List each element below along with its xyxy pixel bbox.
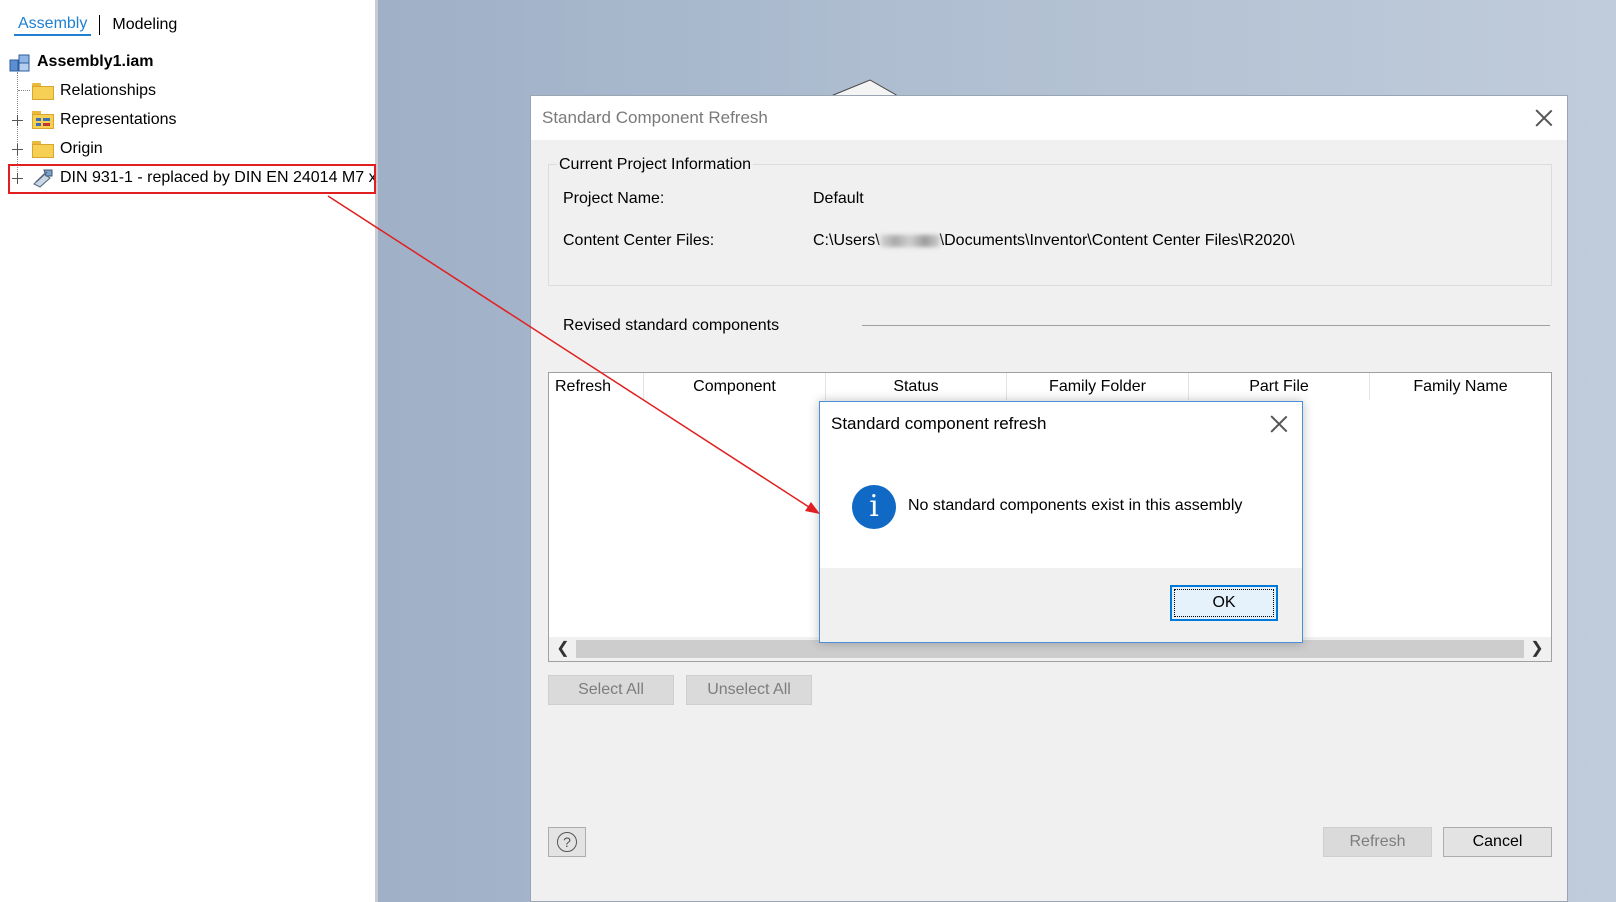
cancel-button[interactable]: Cancel [1443, 827, 1552, 857]
redacted-username [879, 234, 940, 247]
scroll-left-icon[interactable]: ❮ [551, 637, 575, 661]
tree-item-label: Representations [60, 111, 177, 128]
project-info-groupbox [548, 164, 1552, 286]
help-button[interactable]: ? [548, 827, 586, 857]
tree-root-label: Assembly1.iam [37, 53, 154, 70]
message-box: Standard component refresh i No standard… [819, 401, 1303, 643]
browser-tabs: Assembly Modeling [14, 12, 181, 38]
refresh-button[interactable]: Refresh [1323, 827, 1432, 857]
column-header-status[interactable]: Status [826, 373, 1007, 400]
project-name-label: Project Name: [563, 190, 665, 207]
section-divider [862, 325, 1550, 326]
tree-item-relationships[interactable]: Relationships [32, 78, 156, 104]
info-icon: i [852, 485, 896, 529]
close-icon[interactable] [1535, 109, 1553, 127]
tab-separator [99, 15, 101, 35]
tab-modeling[interactable]: Modeling [108, 16, 181, 34]
column-header-refresh[interactable]: Refresh [549, 373, 644, 400]
message-box-title: Standard component refresh [831, 414, 1047, 433]
select-all-button[interactable]: Select All [548, 675, 674, 705]
highlight-box [8, 164, 376, 194]
project-info-legend: Current Project Information [557, 156, 754, 174]
tree-item-label: Relationships [60, 82, 157, 99]
folder-icon [32, 140, 54, 158]
content-center-label: Content Center Files: [563, 232, 715, 249]
tab-assembly[interactable]: Assembly [14, 15, 92, 36]
folder-icon [32, 82, 54, 100]
column-header-part-file[interactable]: Part File [1189, 373, 1370, 400]
tree-item-representations[interactable]: Representations [32, 107, 177, 133]
assembly-icon [9, 54, 30, 72]
content-center-path: C:\Users\ \Documents\Inventor\Content Cen… [813, 232, 1295, 250]
tree-item-origin[interactable]: Origin [32, 136, 103, 162]
close-icon[interactable] [1270, 415, 1288, 433]
path-prefix: C:\Users\ [813, 232, 880, 249]
revised-components-label: Revised standard components [563, 317, 780, 334]
message-text: No standard components exist in this ass… [908, 497, 1243, 514]
expand-plus-icon[interactable] [12, 115, 23, 126]
help-icon: ? [557, 832, 577, 852]
tree-root-assembly[interactable]: Assembly1.iam [9, 49, 154, 75]
column-header-component[interactable]: Component [644, 373, 826, 400]
grid-header: Refresh Component Status Family Folder P… [549, 373, 1551, 400]
unselect-all-button[interactable]: Unselect All [686, 675, 812, 705]
expand-plus-icon[interactable] [12, 144, 23, 155]
tree-connector-branch [18, 90, 30, 91]
representations-folder-icon [32, 111, 54, 129]
dialog-title: Standard Component Refresh [542, 108, 768, 127]
path-suffix: \Documents\Inventor\Content Center Files… [939, 232, 1295, 249]
dialog-titlebar: Standard Component Refresh [531, 96, 1567, 140]
tree-item-label: Origin [60, 140, 103, 157]
column-header-family-name[interactable]: Family Name [1370, 373, 1551, 400]
project-name-value: Default [813, 190, 864, 207]
ok-button[interactable]: OK [1170, 585, 1278, 621]
column-header-family-folder[interactable]: Family Folder [1007, 373, 1189, 400]
scroll-right-icon[interactable]: ❯ [1525, 637, 1549, 661]
model-browser-panel: Assembly Modeling Assembly1.iam Relation… [0, 0, 378, 902]
